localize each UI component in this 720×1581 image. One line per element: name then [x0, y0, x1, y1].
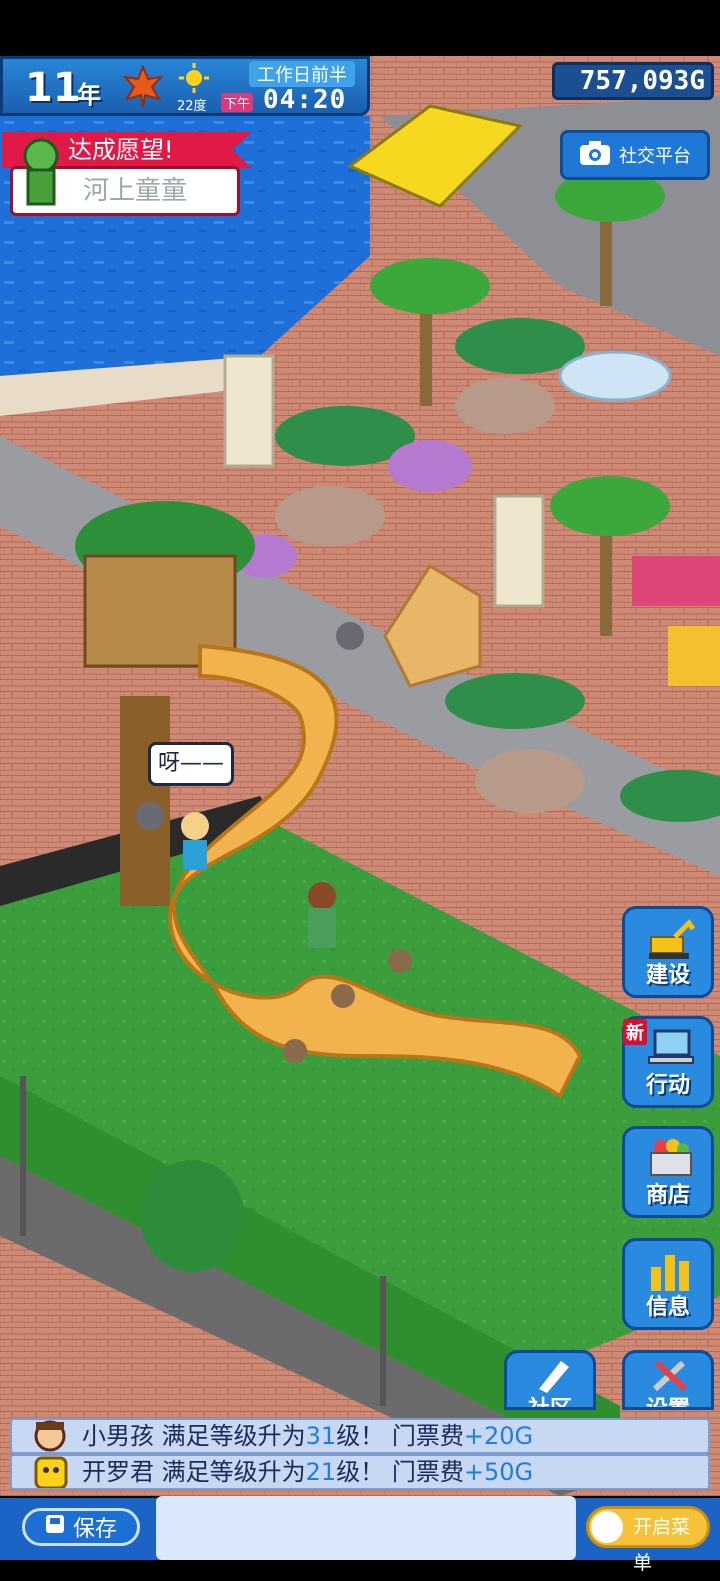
- money-amount: 757,093G: [579, 66, 705, 96]
- character-couple: [308, 882, 336, 948]
- character-kid-jumping: [181, 812, 209, 870]
- park-map: [0, 56, 720, 1496]
- ticker-text-b: 级！ 门票费: [336, 1458, 464, 1486]
- social-platform-label: 社交平台: [619, 146, 691, 167]
- message-area: [156, 1496, 576, 1560]
- shop-button[interactable]: 商店: [622, 1126, 714, 1218]
- round-bush: [140, 1160, 244, 1272]
- settings-label: 设置: [645, 1397, 690, 1410]
- ticker-name: 小男孩: [82, 1422, 154, 1450]
- action-label: 行动: [645, 1073, 690, 1098]
- camera-icon: [579, 140, 611, 171]
- info-label: 信息: [645, 1295, 690, 1320]
- day-period: 工作日前半: [249, 61, 355, 87]
- action-button[interactable]: 新 行动: [622, 1016, 714, 1108]
- lamppost-2: [380, 1276, 386, 1406]
- temperature: 22度: [177, 99, 207, 114]
- maple-leaf-icon: [121, 64, 165, 109]
- ticker-name: 开罗君: [82, 1458, 154, 1486]
- ampm-badge: 下午: [221, 93, 254, 112]
- sun-icon: [179, 63, 209, 93]
- column-2: [493, 494, 545, 608]
- raccoon-1: [336, 622, 364, 650]
- toggle-knob: [591, 1511, 623, 1543]
- wish-notification[interactable]: 达成愿望! 河上童童: [2, 132, 254, 220]
- community-label: 社区: [527, 1397, 572, 1410]
- shop-label: 商店: [645, 1183, 690, 1208]
- news-ticker-row: 小男孩 满足等级升为31级！ 门票费+20G: [10, 1418, 710, 1454]
- excavator-icon: [645, 917, 696, 961]
- pink-couch: [632, 556, 720, 606]
- build-label: 建设: [645, 963, 690, 988]
- park-scene[interactable]: [0, 56, 720, 1496]
- save-button[interactable]: 保存: [22, 1508, 140, 1546]
- flower-bed-1: [388, 440, 472, 492]
- money-panel: 757,093G: [552, 62, 714, 100]
- save-label: 保存: [72, 1517, 117, 1542]
- ticker-level: 31: [305, 1422, 337, 1450]
- column-1: [223, 354, 275, 468]
- ticker-fee: +20G: [463, 1422, 534, 1450]
- fountain: [558, 350, 672, 402]
- date-time-panel: 11 年 22度 工作日前半 下午 04:20: [0, 56, 370, 116]
- year-unit: 年: [77, 81, 101, 109]
- ticker-text-a: 满足等级升为: [161, 1458, 306, 1486]
- raccoon-2: [136, 802, 164, 830]
- squirrel-3: [283, 1039, 307, 1063]
- kappa-avatar-icon: [18, 138, 64, 208]
- ticker-text-b: 级！ 门票费: [336, 1422, 464, 1450]
- new-badge: 新: [623, 1019, 647, 1045]
- laptop-icon: [645, 1027, 695, 1071]
- open-menu-toggle[interactable]: 开启菜单: [586, 1506, 710, 1574]
- year-number: 11: [25, 65, 81, 111]
- news-ticker-row: 开罗君 满足等级升为21级！ 门票费+50G: [10, 1454, 710, 1490]
- community-button[interactable]: 社区: [504, 1350, 596, 1410]
- settings-button[interactable]: 设置: [622, 1350, 714, 1410]
- kairo-avatar-icon: [26, 1456, 74, 1488]
- shopping-basket-icon: [645, 1137, 695, 1181]
- ticker-level: 21: [305, 1458, 337, 1486]
- ticker-text-a: 满足等级升为: [161, 1422, 306, 1450]
- open-menu-label: 开启菜单: [633, 1516, 691, 1574]
- clock: 04:20: [263, 85, 347, 115]
- bar-chart-icon: [645, 1249, 695, 1293]
- save-icon: [45, 1514, 65, 1540]
- info-button[interactable]: 信息: [622, 1238, 714, 1330]
- squirrel-2: [331, 984, 355, 1008]
- build-button[interactable]: 建设: [622, 906, 714, 998]
- boy-avatar-icon: [26, 1420, 74, 1452]
- ticker-fee: +50G: [463, 1458, 534, 1486]
- social-platform-button[interactable]: 社交平台: [560, 130, 710, 180]
- lamppost-1: [20, 1076, 26, 1236]
- squirrel-1: [388, 949, 412, 973]
- yellow-pool: [668, 626, 720, 686]
- speech-bubble: 呀——: [148, 742, 234, 786]
